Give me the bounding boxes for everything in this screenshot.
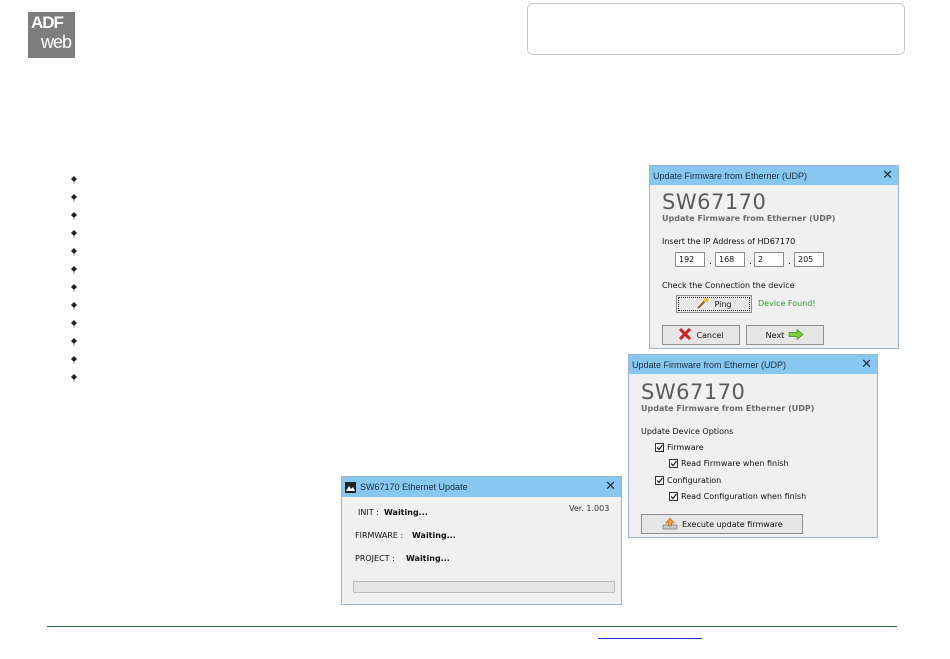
firmware-label: Firmware [667,443,704,452]
bullet-icon [70,230,78,238]
logo-text-web: web [41,32,72,52]
update-dialog-body: Ver. 1.003 INIT : Waiting... FIRMWARE : … [342,497,621,604]
close-icon[interactable]: ✕ [605,478,616,494]
device-found-status: Device Found! [758,299,816,308]
bullet-icon [70,374,78,382]
bullet-icon [70,356,78,364]
cancel-button-label: Cancel [696,330,724,340]
ping-dialog: Update Firmware from Etherner (UDP) ✕ SW… [649,165,899,349]
bullet-icon [70,320,78,328]
ip-address-label: Insert the IP Address of HD67170 [662,237,796,246]
init-status: Waiting... [384,508,428,517]
init-label: INIT : [358,508,379,517]
options-dialog-body: SW67170 Update Firmware from Etherner (U… [629,374,877,537]
bullet-icon [70,302,78,310]
firmware-checkbox[interactable] [655,443,664,452]
version-label: Ver. 1.003 [569,504,610,513]
next-button-label: Next [765,330,785,340]
progress-bar [353,581,615,593]
project-status: Waiting... [406,554,450,563]
footer-divider [47,626,897,627]
firmware-progress-label: FIRMWARE : [355,531,404,540]
update-dialog-title: SW67170 Ethernet Update [360,482,468,492]
bullet-icon [70,248,78,256]
read-config-label: Read Configuration when finish [681,492,807,501]
options-dialog: Update Firmware from Etherner (UDP) ✕ SW… [628,354,878,538]
ip-dot: . [709,257,712,267]
dialog-subtitle: Update Firmware from Etherner (UDP) [641,404,815,413]
ethernet-update-dialog: SW67170 Ethernet Update ✕ Ver. 1.003 INI… [341,476,622,605]
ping-button[interactable]: Ping [676,295,752,313]
options-dialog-titlebar: Update Firmware from Etherner (UDP) ✕ [629,355,877,374]
ip-dot: . [749,257,752,267]
ip-octet-3-input[interactable]: 2 [754,252,784,267]
adfweb-logo: ADF web [28,12,75,58]
ping-button-label: Ping [714,299,732,309]
wand-icon [696,297,710,311]
configuration-label: Configuration [667,476,722,485]
read-firmware-label: Read Firmware when finish [681,459,789,468]
read-firmware-checkbox[interactable] [669,459,678,468]
ip-octet-4-input[interactable]: 205 [794,252,824,267]
options-dialog-title: Update Firmware from Etherner (UDP) [632,359,787,370]
update-dialog-titlebar: SW67170 Ethernet Update ✕ [342,477,621,497]
bullet-icon [70,284,78,292]
execute-button-label: Execute update firmware [682,519,783,529]
app-icon [345,481,356,493]
close-icon[interactable]: ✕ [861,356,872,372]
arrow-right-icon [788,328,804,342]
bullet-icon [70,266,78,274]
ip-octet-1-input[interactable]: 192 [675,252,705,267]
ping-dialog-body: SW67170 Update Firmware from Etherner (U… [650,185,898,348]
bullet-icon [70,194,78,202]
product-title: SW67170 [641,380,746,404]
read-config-checkbox[interactable] [669,492,678,501]
ping-dialog-title: Update Firmware from Etherner (UDP) [653,170,808,181]
header-box [527,3,905,55]
check-connection-label: Check the Connection the device [662,281,795,290]
cancel-button[interactable]: Cancel [662,325,740,345]
bullet-icon [70,212,78,220]
ping-dialog-titlebar: Update Firmware from Etherner (UDP) ✕ [650,166,898,185]
firmware-status: Waiting... [412,531,456,540]
bullet-icon [70,338,78,346]
ip-dot: . [788,257,791,267]
configuration-checkbox[interactable] [655,476,664,485]
footer-link[interactable] [598,638,702,639]
close-icon[interactable]: ✕ [882,167,893,183]
logo-text-adf: ADF [31,13,64,32]
upload-icon [662,517,678,532]
next-button[interactable]: Next [746,325,824,345]
project-label: PROJECT : [355,554,395,563]
execute-update-button[interactable]: Execute update firmware [641,514,803,534]
cancel-x-icon [678,327,692,342]
bullet-icon [70,176,78,184]
dialog-subtitle: Update Firmware from Etherner (UDP) [662,214,836,223]
product-title: SW67170 [662,190,767,214]
update-options-label: Update Device Options [641,427,734,436]
ip-octet-2-input[interactable]: 168 [715,252,745,267]
